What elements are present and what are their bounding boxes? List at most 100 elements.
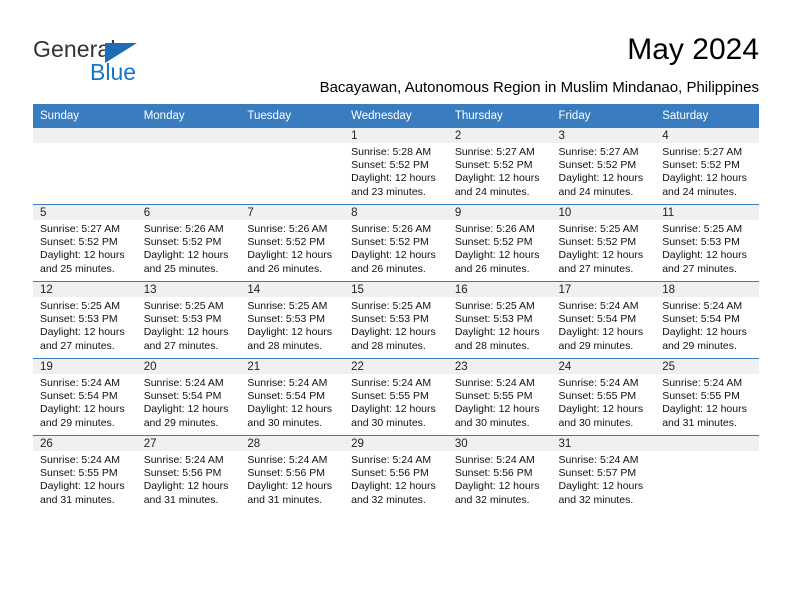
day-detail-line: and 27 minutes. [40,339,115,352]
day-number: 2 [447,128,552,143]
day-number: 15 [344,282,448,297]
calendar-day-cell[interactable]: 29 Sunrise: 5:24 AM Sunset: 5:56 PM Dayligh… [344,435,448,512]
calendar-day-cell[interactable]: 16 Sunrise: 5:25 AM Sunset: 5:53 PM Dayligh… [447,281,552,359]
weekday-header-wednesday: Wednesday [344,104,448,128]
day-detail-line: Sunrise: 5:24 AM [454,377,535,389]
day-details: Sunrise: 5:25 AM Sunset: 5:53 PM Daylight:… [655,220,759,276]
day-detail-line: Sunrise: 5:24 AM [143,377,224,389]
day-detail-line: Daylight: 12 hours [662,403,747,416]
calendar-day-cell[interactable]: 5 Sunrise: 5:27 AM Sunset: 5:52 PM Daylight… [33,204,137,282]
calendar-day-cell[interactable]: 10 Sunrise: 5:25 AM Sunset: 5:52 PM Dayligh… [551,204,656,282]
day-details: Sunrise: 5:24 AM Sunset: 5:55 PM Daylight:… [33,451,137,507]
day-detail-line: Sunset: 5:52 PM [247,236,326,249]
calendar-day-cell[interactable]: 11 Sunrise: 5:25 AM Sunset: 5:53 PM Dayligh… [655,204,759,282]
day-detail-line: Daylight: 12 hours [454,172,540,185]
day-detail-line: and 32 minutes. [454,493,530,506]
day-details: Sunrise: 5:26 AM Sunset: 5:52 PM Daylight:… [448,220,552,276]
calendar-cell-inner: 20 Sunrise: 5:24 AM Sunset: 5:54 PM Dayligh… [136,359,241,435]
calendar-cell-inner: 8 Sunrise: 5:26 AM Sunset: 5:52 PM Daylight… [344,205,448,281]
day-detail-line: and 31 minutes. [143,493,219,506]
calendar-day-cell[interactable]: 26 Sunrise: 5:24 AM Sunset: 5:55 PM Dayligh… [33,435,137,512]
day-details: Sunrise: 5:24 AM Sunset: 5:54 PM Daylight:… [655,297,759,353]
calendar-day-cell[interactable]: 3 Sunrise: 5:27 AM Sunset: 5:52 PM Daylight… [551,128,656,205]
calendar-day-cell[interactable]: 17 Sunrise: 5:24 AM Sunset: 5:54 PM Dayligh… [551,281,656,359]
calendar-day-cell[interactable]: 2 Sunrise: 5:27 AM Sunset: 5:52 PM Daylight… [447,128,552,205]
day-detail-line: and 28 minutes. [247,339,323,352]
day-details: Sunrise: 5:24 AM Sunset: 5:56 PM Daylight:… [240,451,344,507]
day-detail-line: and 26 minutes. [351,262,426,275]
day-details: Sunrise: 5:24 AM Sunset: 5:56 PM Daylight:… [137,451,241,507]
day-number: 12 [33,282,137,297]
day-number: 17 [551,282,656,297]
calendar-day-cell[interactable]: 23 Sunrise: 5:24 AM Sunset: 5:55 PM Dayligh… [447,358,552,436]
day-number: 14 [240,282,345,297]
page-title: May 2024 [627,33,759,66]
calendar-day-cell[interactable]: 24 Sunrise: 5:24 AM Sunset: 5:55 PM Dayligh… [551,358,656,436]
day-detail-line: and 24 minutes. [662,185,737,198]
calendar-cell-inner: 30 Sunrise: 5:24 AM Sunset: 5:56 PM Dayligh… [447,436,552,512]
calendar-cell-inner: 6 Sunrise: 5:26 AM Sunset: 5:52 PM Daylight… [136,205,241,281]
day-detail-line: Sunset: 5:56 PM [351,467,429,480]
calendar-cell-inner: 25 Sunrise: 5:24 AM Sunset: 5:55 PM Dayligh… [655,359,759,435]
calendar-empty-cell [655,435,759,512]
day-number: 8 [344,205,448,220]
calendar-day-cell[interactable]: 21 Sunrise: 5:24 AM Sunset: 5:54 PM Dayligh… [240,358,345,436]
logo-text-blue: Blue [90,59,137,85]
day-detail-line: Daylight: 12 hours [40,403,125,416]
calendar-day-cell[interactable]: 4 Sunrise: 5:27 AM Sunset: 5:52 PM Daylight… [655,128,759,205]
day-details: Sunrise: 5:25 AM Sunset: 5:53 PM Daylight:… [344,297,448,353]
day-detail-line: Sunrise: 5:26 AM [143,223,224,235]
calendar-day-cell[interactable]: 31 Sunrise: 5:24 AM Sunset: 5:57 PM Dayligh… [551,435,656,512]
day-detail-line: Sunrise: 5:27 AM [662,146,743,158]
calendar-day-cell[interactable]: 15 Sunrise: 5:25 AM Sunset: 5:53 PM Dayligh… [344,281,448,359]
day-number: 4 [655,128,759,143]
day-detail-line: Sunset: 5:52 PM [558,236,637,249]
day-detail-line: Sunset: 5:52 PM [351,159,429,172]
calendar-day-cell[interactable]: 8 Sunrise: 5:26 AM Sunset: 5:52 PM Daylight… [344,204,448,282]
calendar-day-cell[interactable]: 28 Sunrise: 5:24 AM Sunset: 5:56 PM Dayligh… [240,435,345,512]
calendar-cell-inner: 13 Sunrise: 5:25 AM Sunset: 5:53 PM Dayligh… [136,282,241,358]
day-detail-line: and 30 minutes. [558,416,634,429]
calendar-day-cell[interactable]: 19 Sunrise: 5:24 AM Sunset: 5:54 PM Dayligh… [33,358,137,436]
day-details [655,451,759,454]
calendar-day-cell[interactable]: 6 Sunrise: 5:26 AM Sunset: 5:52 PM Daylight… [136,204,241,282]
day-number [240,128,345,143]
day-detail-line: Daylight: 12 hours [558,326,644,339]
day-detail-line: Sunset: 5:55 PM [40,467,118,480]
day-details: Sunrise: 5:24 AM Sunset: 5:54 PM Daylight:… [137,374,241,430]
calendar-day-cell[interactable]: 22 Sunrise: 5:24 AM Sunset: 5:55 PM Dayligh… [344,358,448,436]
page-header: General Blue May 2024 Bacayawan, Autonom… [33,26,759,98]
calendar-day-cell[interactable]: 9 Sunrise: 5:26 AM Sunset: 5:52 PM Daylight… [447,204,552,282]
calendar-day-cell[interactable]: 25 Sunrise: 5:24 AM Sunset: 5:55 PM Dayligh… [655,358,759,436]
calendar-day-cell[interactable]: 14 Sunrise: 5:25 AM Sunset: 5:53 PM Dayligh… [240,281,345,359]
day-detail-line: Daylight: 12 hours [454,326,540,339]
calendar-body: 1 Sunrise: 5:28 AM Sunset: 5:52 PM Daylight… [33,128,759,512]
day-detail-line: Sunrise: 5:24 AM [662,300,743,312]
calendar-day-cell[interactable]: 7 Sunrise: 5:26 AM Sunset: 5:52 PM Daylight… [240,204,345,282]
general-blue-logo[interactable]: General Blue [33,36,253,88]
day-number: 19 [33,359,137,374]
day-number: 21 [240,359,345,374]
day-details: Sunrise: 5:27 AM Sunset: 5:52 PM Daylight:… [448,143,552,199]
day-details: Sunrise: 5:25 AM Sunset: 5:53 PM Daylight:… [448,297,552,353]
calendar-day-cell[interactable]: 1 Sunrise: 5:28 AM Sunset: 5:52 PM Daylight… [344,128,448,205]
day-detail-line: and 24 minutes. [558,185,634,198]
calendar-empty-cell [33,128,137,205]
calendar-day-cell[interactable]: 18 Sunrise: 5:24 AM Sunset: 5:54 PM Dayligh… [655,281,759,359]
calendar-day-cell[interactable]: 12 Sunrise: 5:25 AM Sunset: 5:53 PM Dayligh… [33,281,137,359]
day-detail-line: Sunset: 5:54 PM [558,313,637,326]
day-details: Sunrise: 5:24 AM Sunset: 5:55 PM Daylight:… [448,374,552,430]
day-detail-line: Sunrise: 5:24 AM [40,454,120,466]
calendar-day-cell[interactable]: 20 Sunrise: 5:24 AM Sunset: 5:54 PM Dayligh… [136,358,241,436]
day-detail-line: Daylight: 12 hours [351,249,436,262]
day-details: Sunrise: 5:26 AM Sunset: 5:52 PM Daylight:… [137,220,241,276]
day-details: Sunrise: 5:24 AM Sunset: 5:55 PM Daylight:… [552,374,656,430]
calendar-cell-inner [136,128,241,204]
day-detail-line: Sunrise: 5:24 AM [351,377,432,389]
calendar-day-cell[interactable]: 30 Sunrise: 5:24 AM Sunset: 5:56 PM Dayligh… [447,435,552,512]
day-detail-line: Daylight: 12 hours [40,326,125,339]
calendar-cell-inner: 10 Sunrise: 5:25 AM Sunset: 5:52 PM Dayligh… [551,205,656,281]
calendar-day-cell[interactable]: 13 Sunrise: 5:25 AM Sunset: 5:53 PM Dayligh… [136,281,241,359]
calendar-day-cell[interactable]: 27 Sunrise: 5:24 AM Sunset: 5:56 PM Dayligh… [136,435,241,512]
day-detail-line: Sunset: 5:54 PM [247,390,326,403]
